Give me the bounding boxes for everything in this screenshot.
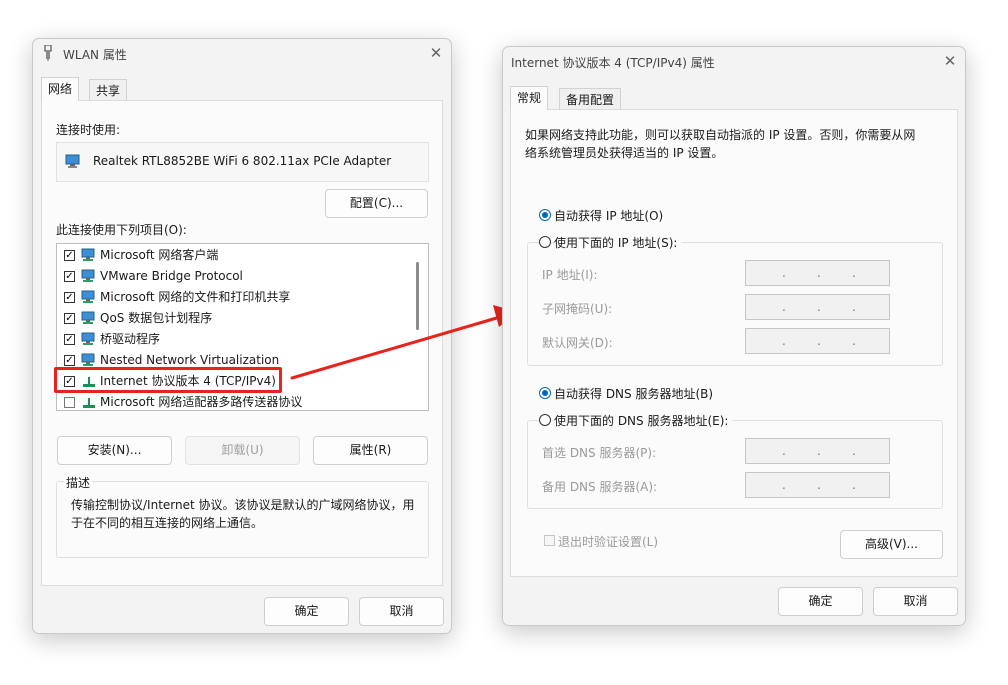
ip-field-label: IP 地址(I): [542, 268, 598, 282]
item-label: 桥驱动程序 [100, 332, 161, 346]
ip-address-input[interactable]: ... [745, 260, 890, 286]
ip-dot: . [817, 334, 821, 348]
item-checkbox[interactable]: ✓ [64, 250, 75, 261]
network-component-icon [81, 395, 97, 410]
validate-label[interactable]: 退出时验证设置(L) [558, 533, 658, 550]
dns-field-label: 首选 DNS 服务器(P): [542, 446, 657, 460]
auto-ip-radio[interactable] [539, 209, 551, 221]
wlan-properties-dialog: WLAN 属性 ✕ 网络 共享 连接时使用: Realtek RTL8852BE… [32, 38, 452, 634]
dns-address-input[interactable]: ... [745, 472, 890, 498]
description-title: 描述 [64, 474, 93, 491]
network-component-icon [81, 332, 97, 347]
network-component-icon [81, 290, 97, 305]
ipv4-titlebar: Internet 协议版本 4 (TCP/IPv4) 属性 ✕ [503, 47, 965, 75]
ip-field-label: 默认网关(D): [542, 336, 613, 350]
item-checkbox[interactable]: ✓ [64, 334, 75, 345]
tab-general[interactable]: 常规 [510, 86, 549, 110]
ipv4-item-highlight [54, 367, 282, 393]
items-label: 此连接使用下列项目(O): [56, 223, 187, 237]
manual-ip-radio[interactable] [539, 236, 551, 248]
wlan-network-panel: 连接时使用: Realtek RTL8852BE WiFi 6 802.11ax… [41, 100, 443, 586]
manual-dns-radio[interactable] [539, 414, 551, 426]
network-component-icon [81, 269, 97, 284]
advanced-button[interactable]: 高级(V)... [840, 530, 943, 559]
description-group: 描述 传输控制协议/Internet 协议。该协议是默认的广域网络协议，用于在不… [56, 474, 429, 558]
ip-dot: . [817, 266, 821, 280]
ipv4-ok-button[interactable]: 确定 [778, 587, 863, 616]
wlan-cancel-button[interactable]: 取消 [359, 597, 444, 626]
ip-dot: . [852, 266, 856, 280]
ip-dot: . [817, 300, 821, 314]
list-item[interactable]: ✓ Microsoft 网络的文件和打印机共享 [57, 287, 412, 308]
ip-dot: . [782, 478, 786, 492]
auto-ip-label[interactable]: 自动获得 IP 地址(O) [554, 207, 663, 224]
network-component-icon [81, 248, 97, 263]
validate-checkbox[interactable] [544, 535, 555, 546]
item-checkbox[interactable] [64, 397, 75, 408]
ip-dot: . [817, 478, 821, 492]
ipv4-properties-dialog: Internet 协议版本 4 (TCP/IPv4) 属性 ✕ 常规 备用配置 … [502, 46, 966, 626]
ip-address-input[interactable]: ... [745, 328, 890, 354]
ip-address-input[interactable]: ... [745, 294, 890, 320]
manual-ip-label[interactable]: 使用下面的 IP 地址(S): [554, 234, 682, 251]
ip-dot: . [852, 444, 856, 458]
ip-dot: . [782, 334, 786, 348]
list-item[interactable]: ✓ 桥驱动程序 [57, 329, 412, 350]
ipv4-cancel-button[interactable]: 取消 [873, 587, 958, 616]
list-vertical-scrollbar[interactable] [416, 262, 419, 330]
tab-network[interactable]: 网络 [41, 77, 80, 101]
install-button[interactable]: 安装(N)... [57, 436, 172, 465]
list-item[interactable]: ✓ VMware Bridge Protocol [57, 266, 412, 287]
ip-dot: . [782, 444, 786, 458]
tab-sharing[interactable]: 共享 [89, 79, 128, 101]
intro-text: 如果网络支持此功能，则可以获取自动指派的 IP 设置。否则，你需要从网络系统管理… [525, 128, 916, 160]
auto-dns-radio[interactable] [539, 387, 551, 399]
wlan-ok-button[interactable]: 确定 [264, 597, 349, 626]
item-label: Microsoft 网络适配器多路传送器协议 [100, 395, 303, 409]
ip-dot: . [852, 478, 856, 492]
ipv4-close-icon[interactable]: ✕ [939, 51, 961, 71]
tab-alternate[interactable]: 备用配置 [559, 88, 622, 110]
ip-dot: . [852, 300, 856, 314]
item-checkbox[interactable]: ✓ [64, 292, 75, 303]
dns-address-input[interactable]: ... [745, 438, 890, 464]
wlan-network-icon [43, 44, 53, 61]
ip-dot: . [782, 266, 786, 280]
description-text: 传输控制协议/Internet 协议。该协议是默认的广域网络协议，用于在不同的相… [71, 498, 415, 530]
list-item[interactable]: ✓ QoS 数据包计划程序 [57, 308, 412, 329]
connect-using-label: 连接时使用: [56, 123, 121, 137]
wlan-title: WLAN 属性 [63, 48, 127, 62]
dns-field-label: 备用 DNS 服务器(A): [542, 480, 658, 494]
item-checkbox[interactable]: ✓ [64, 271, 75, 282]
ipv4-general-panel: 如果网络支持此功能，则可以获取自动指派的 IP 设置。否则，你需要从网络系统管理… [510, 109, 958, 577]
ip-dot: . [782, 300, 786, 314]
list-item[interactable]: Microsoft 网络适配器多路传送器协议 [57, 392, 412, 410]
wlan-titlebar: WLAN 属性 ✕ [33, 39, 451, 67]
auto-dns-label[interactable]: 自动获得 DNS 服务器地址(B) [554, 385, 713, 402]
item-checkbox[interactable]: ✓ [64, 313, 75, 324]
list-item[interactable]: ✓ Microsoft 网络客户端 [57, 245, 412, 266]
manual-dns-label[interactable]: 使用下面的 DNS 服务器地址(E): [554, 412, 733, 429]
item-properties-button[interactable]: 属性(R) [313, 436, 428, 465]
uninstall-button[interactable]: 卸载(U) [185, 436, 300, 465]
item-label: Microsoft 网络的文件和打印机共享 [100, 290, 291, 304]
item-checkbox[interactable]: ✓ [64, 355, 75, 366]
network-component-icon [81, 353, 97, 368]
adapter-name: Realtek RTL8852BE WiFi 6 802.11ax PCIe A… [93, 154, 392, 168]
item-label: VMware Bridge Protocol [100, 269, 243, 283]
wlan-close-icon[interactable]: ✕ [425, 43, 447, 63]
ip-dot: . [817, 444, 821, 458]
adapter-icon [65, 154, 81, 172]
ip-field-label: 子网掩码(U): [542, 302, 613, 316]
item-label: QoS 数据包计划程序 [100, 311, 213, 325]
item-label: Microsoft 网络客户端 [100, 248, 219, 262]
configure-button[interactable]: 配置(C)... [325, 189, 428, 218]
ip-dot: . [852, 334, 856, 348]
network-component-icon [81, 311, 97, 326]
ipv4-title: Internet 协议版本 4 (TCP/IPv4) 属性 [511, 56, 715, 70]
adapter-box: Realtek RTL8852BE WiFi 6 802.11ax PCIe A… [56, 142, 429, 182]
